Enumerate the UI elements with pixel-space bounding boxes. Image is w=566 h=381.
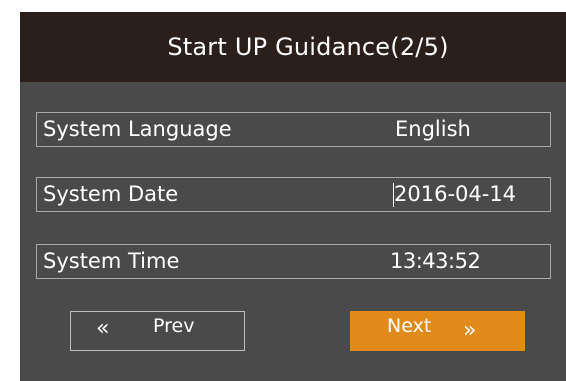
prev-button[interactable]: « Prev	[70, 311, 245, 351]
double-chevron-left-icon: «	[96, 316, 110, 341]
system-language-field[interactable]: System Language English	[36, 112, 551, 147]
next-button-label: Next	[387, 315, 432, 337]
title-bar: Start UP Guidance(2/5)	[20, 12, 566, 82]
system-language-label: System Language	[43, 117, 232, 141]
double-chevron-right-icon: »	[463, 318, 477, 343]
system-time-value[interactable]: 13:43:52	[390, 245, 481, 278]
prev-button-label: Prev	[153, 315, 195, 337]
dialog-title: Start UP Guidance(2/5)	[167, 33, 449, 61]
system-date-value[interactable]: 2016-04-14	[394, 178, 516, 211]
system-language-value[interactable]: English	[395, 113, 471, 146]
system-time-field[interactable]: System Time 13:43:52	[36, 244, 551, 279]
system-date-label: System Date	[43, 182, 179, 206]
system-date-field[interactable]: System Date 2016-04-14	[36, 177, 551, 212]
system-time-label: System Time	[43, 249, 180, 273]
startup-guidance-dialog: Start UP Guidance(2/5) System Language E…	[20, 12, 566, 381]
next-button[interactable]: Next »	[350, 311, 525, 351]
